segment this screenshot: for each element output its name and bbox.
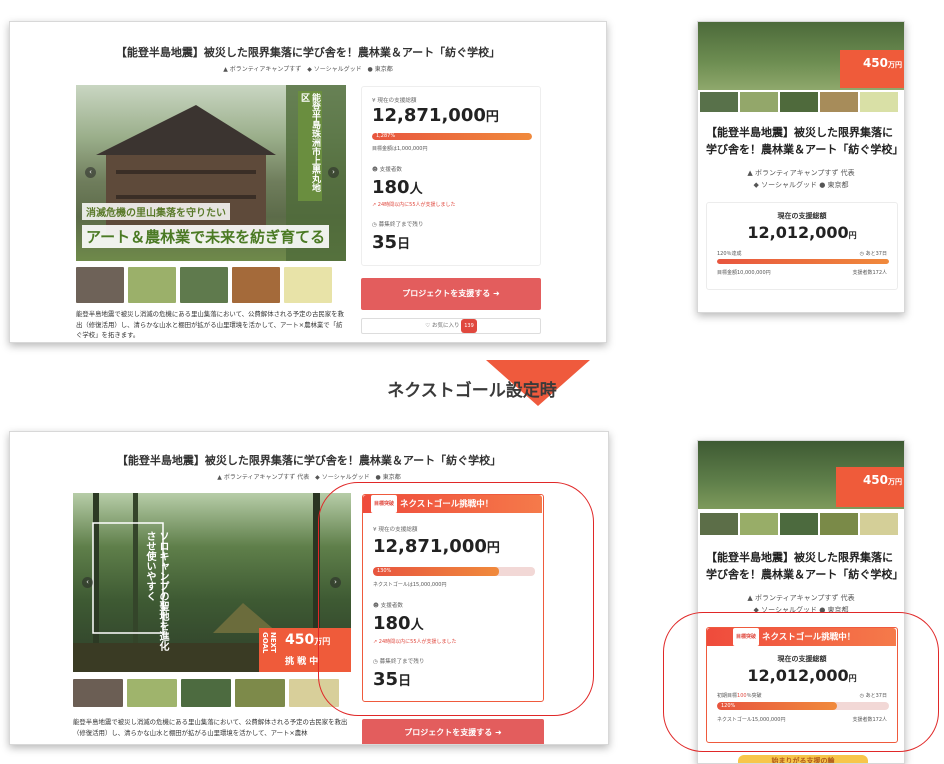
hero-vertical-caption: ソロキャンプの聖地を進化させ使いやすく: [144, 531, 168, 651]
next-goal-status: 挑 戦 中: [285, 657, 319, 667]
recent-backers-text: ↗ 24時間以内に55人が支援しました: [372, 202, 456, 208]
prev-image-arrow-icon[interactable]: ‹: [82, 577, 93, 588]
raised-amount: 12,871,000円: [372, 105, 499, 126]
mobile-hero-image: 450万円: [698, 441, 904, 509]
person-icon: ▲: [747, 594, 755, 602]
next-goal-banner: 450万円: [840, 50, 904, 88]
thumbnail-strip: [73, 679, 339, 707]
next-goal-word: NEXT GOAL: [261, 632, 277, 654]
highlight-ring-mobile: [663, 612, 939, 752]
mobile-thumbnail-strip: [700, 513, 898, 535]
remaining-days: 35日: [372, 232, 411, 253]
goal-text: 目標金額10,000,000円: [717, 270, 771, 276]
thumbnail[interactable]: [820, 92, 858, 112]
project-meta: ▲ ボランティアキャンプすず ◆ ソーシャルグッド ● 東京都: [223, 66, 393, 73]
goal-text: 目標金額は1,000,000円: [372, 146, 428, 152]
mobile-project-title: 【能登半島地震】被災した限界集落に学び舎を！農林業＆アート「紡ぐ学校」: [706, 551, 904, 581]
highlight-ring-pc: [318, 482, 594, 716]
next-goal-banner: 450万円: [836, 467, 904, 507]
thumbnail[interactable]: [780, 513, 818, 535]
person-icon: ▲: [217, 474, 222, 481]
raised-label: 現在の支援総額: [777, 212, 827, 220]
thumbnail[interactable]: [740, 92, 778, 112]
mobile-organizer: ▲ ボランティアキャンプすず 代表: [747, 594, 855, 602]
thumbnail[interactable]: [232, 267, 280, 303]
funding-progress-fill: 1,287%: [372, 133, 532, 140]
mobile-funding-panel: 現在の支援総額 12,012,000円 120％達成 ◷ あと37日 目標金額1…: [706, 202, 898, 290]
mobile-screenshot-before: 450万円 【能登半島地震】被災した限界集落に学び舎を！農林業＆アート「紡ぐ学校…: [697, 21, 905, 313]
thumbnail[interactable]: [820, 513, 858, 535]
favorite-count-badge: 139: [461, 319, 477, 333]
pc-screenshot-before: 【能登半島地震】被災した限界集落に学び舎を！農林業＆アート「紡ぐ学校」 ▲ ボラ…: [9, 21, 607, 343]
mobile-hero-image: 450万円: [698, 22, 904, 90]
thumbnail[interactable]: [860, 513, 898, 535]
thumbnail[interactable]: [284, 267, 332, 303]
hero-caption-1: 消滅危機の里山集落を守りたい: [82, 203, 230, 220]
percent-achieved: 120％達成: [717, 251, 742, 257]
backers-label: ☻ 支援者数: [372, 167, 403, 173]
funding-stats-panel: ¥ 現在の支援総額 12,871,000円 1,287% 目標金額は1,000,…: [361, 86, 541, 266]
backers-count: 180人: [372, 177, 423, 198]
project-title: 【能登半島地震】被災した限界集落に学び舎を！農林業＆アート「紡ぐ学校」: [115, 46, 501, 59]
support-project-button[interactable]: プロジェクトを支援する ➜: [362, 719, 544, 744]
divider-label: ネクストゴール設定時: [387, 381, 557, 401]
thumbnail[interactable]: [181, 679, 231, 707]
thumbnail[interactable]: [740, 513, 778, 535]
thumbnail-strip: [76, 267, 332, 303]
mobile-progress-fill: [717, 259, 889, 264]
project-description: 能登半島地震で被災し消滅の危機にある里山集落において、公費解体される予定の古民家…: [76, 310, 344, 339]
tag-icon: ◆: [307, 66, 312, 73]
remaining-label: ◷ 募集終了まで残り: [372, 222, 424, 228]
bottom-peek-banner: 始まりがる支援の輪: [738, 755, 868, 763]
location-icon: ●: [375, 474, 381, 481]
thumbnail[interactable]: [180, 267, 228, 303]
project-description: 能登半島地震で被災し消滅の危機にある里山集落において、公費解体される予定の古民家…: [73, 718, 348, 737]
people-icon: ☻: [372, 167, 380, 173]
hero-image: 能登半島珠洲市上黒丸地区 消滅危機の里山集落を守りたい アート＆農林業で未来を紡…: [76, 85, 346, 261]
mobile-category-location: ◆ ソーシャルグッド ● 東京都: [753, 181, 849, 189]
mobile-organizer: ▲ ボランティアキャンプすず 代表: [747, 169, 855, 177]
tag-icon: ◆: [315, 474, 320, 481]
funding-progress-bar: 1,287%: [372, 133, 532, 140]
arrow-right-icon: ➜: [493, 289, 500, 298]
raised-amount: 12,012,000円: [747, 223, 857, 242]
hero-image: ソロキャンプの聖地を進化させ使いやすく NEXT GOAL 450万円 挑 戦 …: [73, 493, 351, 672]
thumbnail[interactable]: [700, 513, 738, 535]
thumbnail[interactable]: [73, 679, 123, 707]
thumbnail[interactable]: [700, 92, 738, 112]
clock-icon: ◷: [372, 222, 379, 228]
location-icon: ●: [819, 181, 828, 189]
backers-text: 支援者数172人: [852, 270, 887, 276]
raised-label: ¥ 現在の支援総額: [372, 98, 417, 104]
next-image-arrow-icon[interactable]: ›: [328, 167, 339, 178]
thumbnail[interactable]: [76, 267, 124, 303]
mobile-progress-bar: [717, 259, 889, 264]
person-icon: ▲: [747, 169, 755, 177]
thumbnail[interactable]: [127, 679, 177, 707]
heart-icon: ♡: [425, 323, 432, 329]
location-icon: ●: [367, 66, 373, 73]
support-project-button[interactable]: プロジェクトを支援する ➜: [361, 278, 541, 310]
hero-caption-2: アート＆農林業で未来を紡ぎ育てる: [82, 225, 330, 248]
mobile-thumbnail-strip: [700, 92, 898, 112]
mobile-project-title: 【能登半島地震】被災した限界集落に学び舎を！農林業＆アート「紡ぐ学校」: [706, 126, 904, 156]
thumbnail[interactable]: [860, 92, 898, 112]
remaining-days: ◷ あと37日: [859, 251, 887, 257]
thumbnail[interactable]: [235, 679, 285, 707]
project-title: 【能登半島地震】被災した限界集落に学び舎を！農林業＆アート「紡ぐ学校」: [116, 454, 502, 467]
tag-icon: ◆: [753, 181, 762, 189]
prev-image-arrow-icon[interactable]: ‹: [85, 167, 96, 178]
thumbnail[interactable]: [128, 267, 176, 303]
project-meta: ▲ ボランティアキャンプすず 代表 ◆ ソーシャルグッド ● 東京都: [217, 474, 401, 481]
favorite-button[interactable]: ♡ お気に入り 139: [361, 318, 541, 334]
thumbnail[interactable]: [780, 92, 818, 112]
arrow-right-icon: ➜: [495, 728, 502, 737]
hero-vertical-caption: 能登半島珠洲市上黒丸地区: [298, 91, 322, 201]
person-icon: ▲: [223, 66, 228, 73]
